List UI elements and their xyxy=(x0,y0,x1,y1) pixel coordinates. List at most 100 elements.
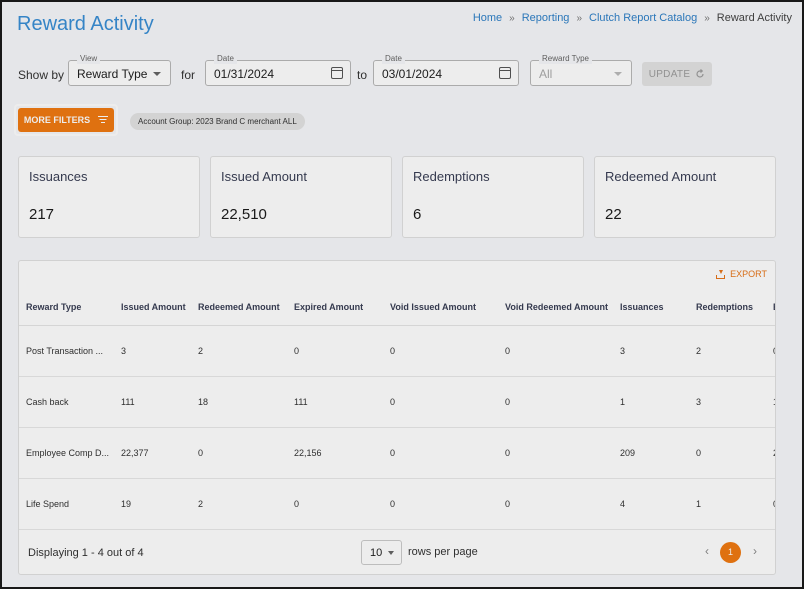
breadcrumb-report-catalog[interactable]: Clutch Report Catalog xyxy=(589,12,697,24)
summary-value: 217 xyxy=(29,206,55,223)
date-from-label: Date xyxy=(214,54,237,64)
rows-per-page-select[interactable]: 10 xyxy=(361,540,402,565)
summary-label: Issuances xyxy=(29,169,88,184)
download-icon xyxy=(716,269,726,279)
table-cell: 1 xyxy=(773,397,775,407)
column-header[interactable]: E xyxy=(773,302,775,312)
column-header[interactable]: Reward Type xyxy=(26,302,81,312)
chevron-down-icon xyxy=(153,72,161,76)
calendar-icon[interactable] xyxy=(499,67,511,79)
table-cell: 3 xyxy=(620,346,626,356)
breadcrumb-separator: » xyxy=(704,12,710,24)
filter-chip[interactable]: Account Group: 2023 Brand C merchant ALL xyxy=(130,113,305,130)
reward-table-panel: EXPORT Reward Type Issued Amount Redeeme… xyxy=(18,260,776,575)
summary-label: Redemptions xyxy=(413,169,490,184)
table-cell: 3 xyxy=(696,397,702,407)
table-cell: 0 xyxy=(390,448,396,458)
table-cell: 0 xyxy=(505,499,511,509)
table-cell: 4 xyxy=(620,499,626,509)
column-header[interactable]: Void Redeemed Amount xyxy=(505,302,608,312)
summary-card-issued-amount: Issued Amount 22,510 xyxy=(210,156,392,238)
column-header[interactable]: Expired Amount xyxy=(294,302,363,312)
chevron-down-icon xyxy=(388,551,394,555)
summary-card-redemptions: Redemptions 6 xyxy=(402,156,584,238)
table-cell: 0 xyxy=(294,499,300,509)
breadcrumb-home[interactable]: Home xyxy=(473,12,502,24)
date-from-field[interactable]: Date 01/31/2024 xyxy=(205,54,351,86)
table-cell: 2 xyxy=(198,346,204,356)
table-cell: 0 xyxy=(773,499,775,509)
summary-value: 6 xyxy=(413,206,422,223)
breadcrumb: Home » Reporting » Clutch Report Catalog… xyxy=(473,12,792,24)
table-cell: Employee Comp D... xyxy=(26,448,110,458)
table-cell: Life Spend xyxy=(26,499,70,509)
export-label: EXPORT xyxy=(730,269,767,279)
table-cell: Post Transaction ... xyxy=(26,346,104,356)
column-header[interactable]: Redemptions xyxy=(696,302,753,312)
date-from-value: 01/31/2024 xyxy=(214,67,275,81)
table-row[interactable]: Post Transaction ... 3 2 0 0 0 3 2 0 xyxy=(19,326,775,377)
table-cell: 1 xyxy=(620,397,626,407)
table-cell: 2 xyxy=(198,499,204,509)
next-page-button[interactable]: › xyxy=(753,544,757,558)
table-cell: 19 xyxy=(121,499,132,509)
app-frame: Reward Activity Home » Reporting » Clutc… xyxy=(0,0,804,589)
column-header[interactable]: Issuances xyxy=(620,302,664,312)
table-cell: 0 xyxy=(198,448,204,458)
table-cell: 18 xyxy=(198,397,209,407)
table-cell: 0 xyxy=(696,448,702,458)
view-select-value: Reward Type xyxy=(77,67,148,81)
breadcrumb-current: Reward Activity xyxy=(716,12,792,24)
view-select-label: View xyxy=(77,54,101,64)
reward-type-select[interactable]: Reward Type All xyxy=(530,54,632,86)
column-header[interactable]: Issued Amount xyxy=(121,302,186,312)
column-header[interactable]: Redeemed Amount xyxy=(198,302,280,312)
calendar-icon[interactable] xyxy=(331,67,343,79)
table-row[interactable]: Life Spend 19 2 0 0 0 4 1 0 xyxy=(19,479,775,530)
table-cell: 3 xyxy=(121,346,127,356)
more-filters-highlight: MORE FILTERS xyxy=(14,104,118,136)
displaying-count: Displaying 1 - 4 out of 4 xyxy=(28,547,144,559)
chevron-down-icon xyxy=(614,72,622,76)
current-page-button[interactable]: 1 xyxy=(720,542,741,563)
breadcrumb-separator: » xyxy=(509,12,515,24)
table-row[interactable]: Cash back 111 18 111 0 0 1 3 1 xyxy=(19,377,775,428)
table-cell: 0 xyxy=(505,448,511,458)
table-cell: 0 xyxy=(505,346,511,356)
date-to-label: Date xyxy=(382,54,405,64)
table-cell: 0 xyxy=(505,397,511,407)
summary-value: 22,510 xyxy=(221,206,267,223)
table-cell: 22,377 xyxy=(121,448,149,458)
table-header: Reward Type Issued Amount Redeemed Amoun… xyxy=(19,289,775,326)
breadcrumb-reporting[interactable]: Reporting xyxy=(522,12,570,24)
date-to-field[interactable]: Date 03/01/2024 xyxy=(373,54,519,86)
table-cell: 0 xyxy=(390,499,396,509)
table-cell: 22,156 xyxy=(294,448,322,458)
reward-type-label: Reward Type xyxy=(539,54,592,64)
show-by-label: Show by xyxy=(18,68,65,82)
summary-card-redeemed-amount: Redeemed Amount 22 xyxy=(594,156,776,238)
table-cell: 2 xyxy=(773,448,775,458)
more-filters-button[interactable]: MORE FILTERS xyxy=(18,108,114,132)
table-cell: 0 xyxy=(294,346,300,356)
table-cell: 0 xyxy=(390,346,396,356)
export-button[interactable]: EXPORT xyxy=(716,269,767,279)
table-cell: 0 xyxy=(390,397,396,407)
table-cell: 111 xyxy=(121,397,135,407)
update-button-label: UPDATE xyxy=(648,68,691,80)
more-filters-label: MORE FILTERS xyxy=(23,115,91,125)
table-cell: 1 xyxy=(696,499,702,509)
page-title: Reward Activity xyxy=(17,13,154,35)
column-header[interactable]: Void Issued Amount xyxy=(390,302,476,312)
rows-per-page-label: rows per page xyxy=(408,546,478,558)
summary-value: 22 xyxy=(605,206,622,223)
update-button[interactable]: UPDATE xyxy=(642,62,712,86)
table-cell: 0 xyxy=(773,346,775,356)
table-cell: Cash back xyxy=(26,397,69,407)
refresh-icon xyxy=(696,69,704,78)
summary-label: Issued Amount xyxy=(221,169,307,184)
previous-page-button[interactable]: ‹ xyxy=(705,544,709,558)
view-select[interactable]: View Reward Type xyxy=(68,54,171,86)
table-footer: Displaying 1 - 4 out of 4 10 rows per pa… xyxy=(19,531,775,574)
table-row[interactable]: Employee Comp D... 22,377 0 22,156 0 0 2… xyxy=(19,428,775,479)
